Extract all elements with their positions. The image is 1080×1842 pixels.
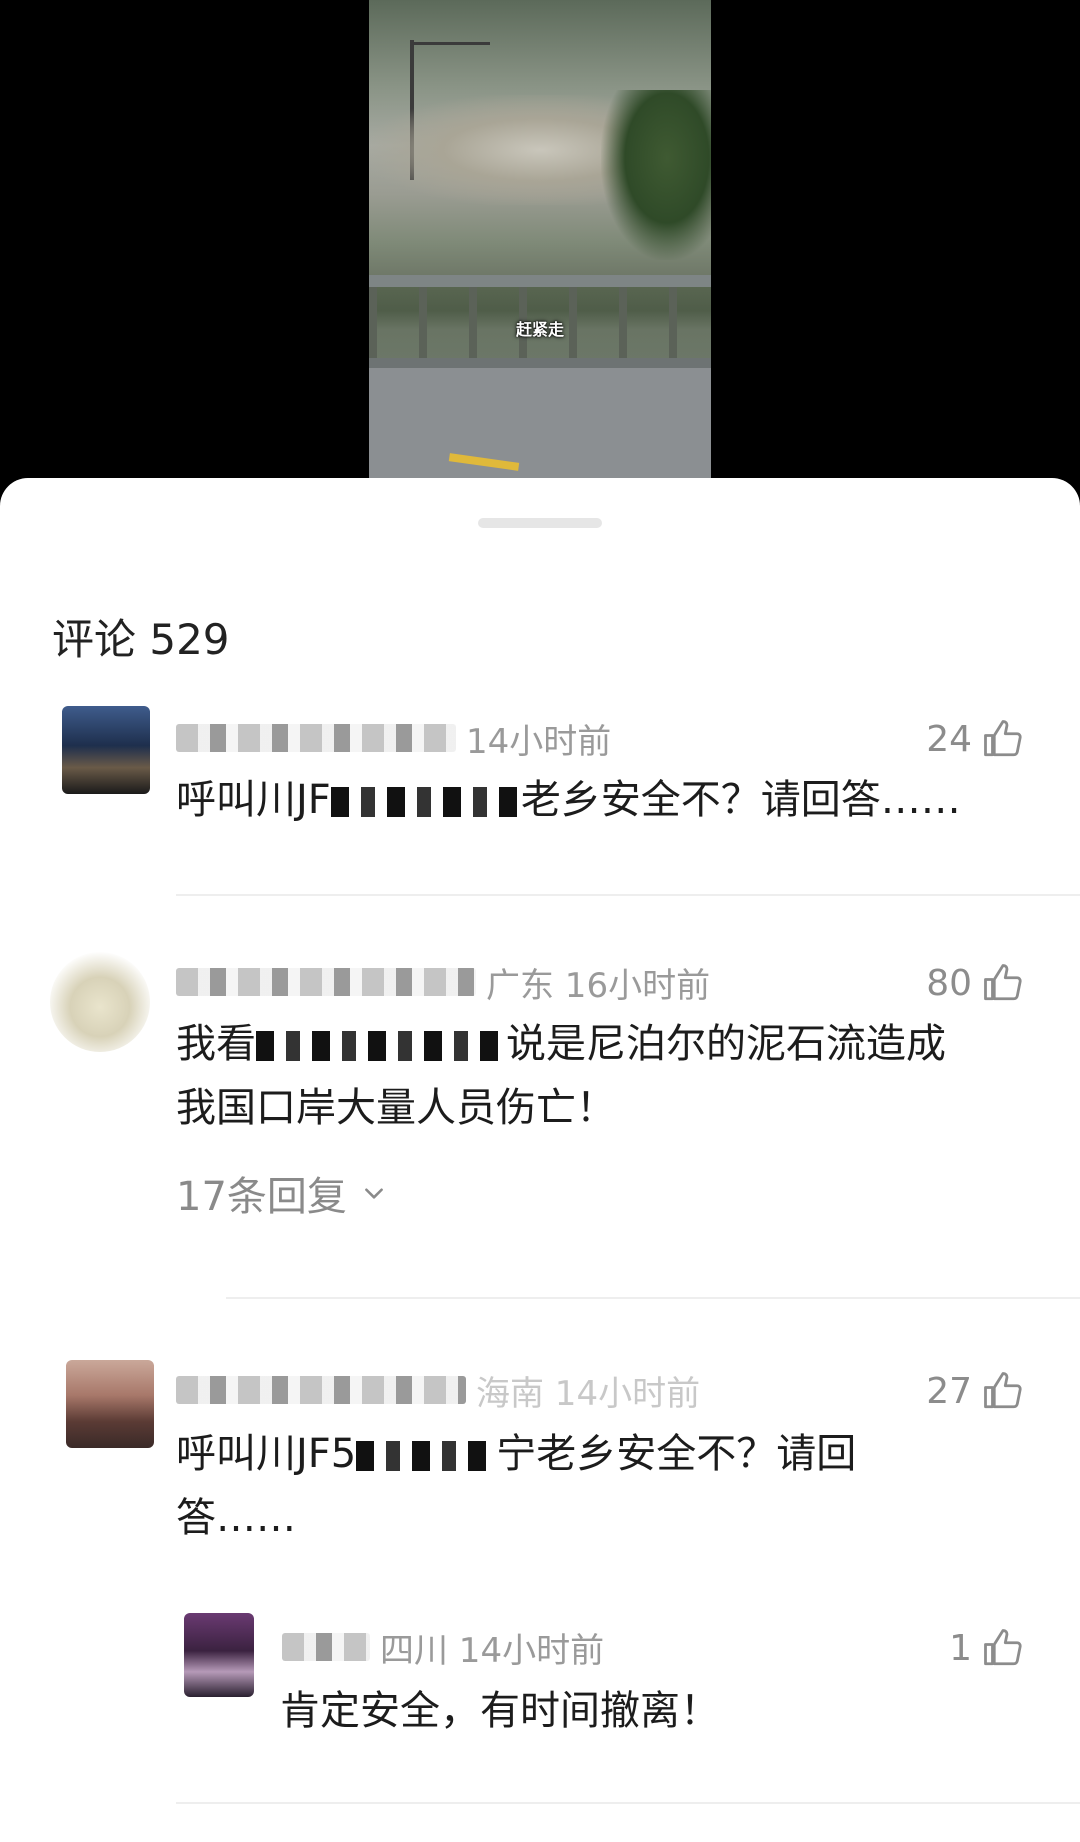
avatar[interactable]: [62, 706, 150, 794]
comments-title: 评论 529: [52, 615, 230, 664]
like-count: 80: [926, 962, 972, 1004]
divider: [226, 1297, 1080, 1299]
comment-text: 呼叫川JF5 宁老乡安全不？请回 答……: [176, 1431, 857, 1541]
view-replies-button[interactable]: 17条回复: [176, 1164, 387, 1222]
comment-meta: 14小时前: [466, 721, 612, 762]
like-button[interactable]: 27: [926, 1370, 1024, 1412]
redacted-text: [330, 787, 521, 817]
username-redacted[interactable]: [176, 724, 456, 752]
comment-text: 肯定安全，有时间撤离！: [280, 1688, 720, 1734]
like-button[interactable]: 80: [926, 962, 1024, 1004]
comment-text: 我看 说是尼泊尔的泥石流造成 我国口岸大量人员伤亡！: [176, 1021, 946, 1131]
video-area[interactable]: 赶紧走: [0, 0, 1080, 485]
divider: [176, 894, 1080, 896]
username-redacted[interactable]: [282, 1633, 370, 1661]
like-count: 24: [926, 718, 972, 760]
avatar[interactable]: [184, 1613, 254, 1697]
thumbs-up-icon: [984, 1629, 1022, 1666]
comment-meta: 海南 14小时前: [476, 1373, 701, 1414]
comment-meta: 广东 16小时前: [486, 965, 711, 1006]
username-redacted[interactable]: [176, 1376, 466, 1404]
divider: [176, 1802, 1080, 1804]
like-count: 1: [949, 1627, 972, 1669]
username-redacted[interactable]: [176, 968, 476, 996]
redacted-text: [356, 1441, 497, 1471]
like-count: 27: [926, 1370, 972, 1412]
video-caption: 赶紧走: [515, 320, 564, 339]
drag-handle[interactable]: [478, 518, 602, 528]
comments-sheet: 评论 529 14小时前 24 呼叫川JF 老乡安全不？请回答…… 广东 16小时…: [0, 478, 1080, 1842]
thumbs-up-icon: [984, 1372, 1022, 1409]
chevron-down-icon: [365, 1188, 383, 1199]
like-button[interactable]: 1: [949, 1627, 1024, 1669]
avatar[interactable]: [50, 952, 150, 1052]
thumbs-up-icon: [984, 964, 1022, 1001]
thumbs-up-icon: [984, 720, 1022, 757]
redacted-text: [256, 1031, 506, 1061]
video-frame[interactable]: [369, 0, 711, 485]
comment-meta: 四川 14小时前: [380, 1630, 605, 1671]
comment-text: 呼叫川JF 老乡安全不？请回答……: [176, 777, 961, 823]
avatar[interactable]: [66, 1360, 154, 1448]
like-button[interactable]: 24: [926, 718, 1024, 760]
